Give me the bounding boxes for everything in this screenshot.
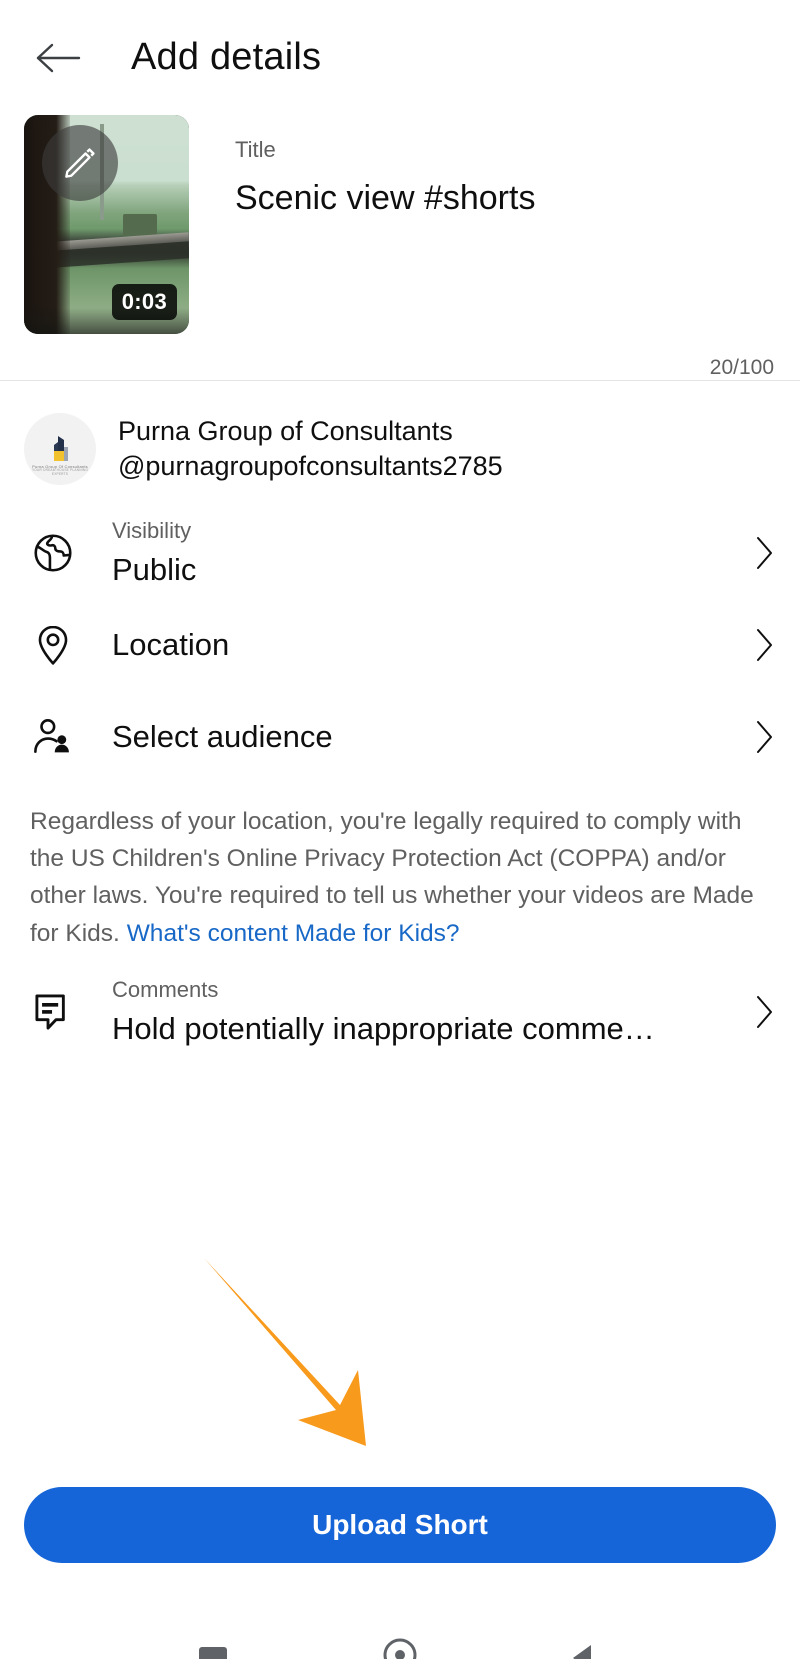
visibility-icon-wrap (24, 530, 82, 576)
coppa-disclaimer: Regardless of your location, you're lega… (0, 783, 800, 958)
chevron-right-icon (757, 721, 772, 753)
square-recents-icon (199, 1647, 228, 1659)
location-pin-icon (38, 625, 68, 665)
visibility-value: Public (112, 552, 197, 587)
option-row-visibility[interactable]: Visibility Public (0, 507, 800, 599)
arrow-down-right-icon (204, 1258, 366, 1446)
title-label: Title (235, 137, 276, 162)
channel-row[interactable]: Purna Group Of Consultants YOUR DREAM HO… (0, 381, 800, 507)
audience-icon-wrap (24, 714, 82, 760)
chevron-right-icon (757, 537, 772, 569)
location-icon-wrap (24, 622, 82, 668)
video-duration: 0:03 (111, 284, 177, 320)
made-for-kids-link[interactable]: What's content Made for Kids? (127, 920, 460, 947)
comments-label: Comments (112, 976, 219, 1002)
location-chevron[interactable] (742, 627, 776, 663)
page-title: Add details (131, 36, 322, 78)
circle-home-icon (383, 1638, 417, 1659)
triangle-back-icon (572, 1645, 591, 1659)
option-row-comments[interactable]: Comments Hold potentially inappropriate … (0, 966, 800, 1058)
avatar-logo-icon (54, 436, 68, 461)
channel-text: Purna Group of Consultants @purnagroupof… (118, 414, 503, 484)
comment-bubble-icon (35, 994, 65, 1030)
annotation-arrow (190, 1250, 430, 1465)
upload-button-wrap: Upload Short (0, 1487, 800, 1563)
video-thumbnail[interactable]: 0:03 (24, 115, 189, 334)
upload-short-button[interactable]: Upload Short (24, 1487, 776, 1563)
android-navigation-bar (0, 1595, 800, 1659)
visibility-chevron[interactable] (742, 535, 776, 571)
back-button[interactable] (30, 30, 86, 86)
comments-chevron[interactable] (742, 994, 776, 1030)
channel-name: Purna Group of Consultants (118, 415, 453, 446)
video-details-section: 0:03 Title Scenic view #shorts 20/100 (0, 115, 800, 380)
location-text: Location (82, 627, 742, 663)
option-row-location[interactable]: Location (0, 599, 800, 691)
nav-back-button[interactable] (557, 1619, 617, 1659)
nav-home-button[interactable] (370, 1619, 430, 1659)
title-char-counter: 20/100 (709, 356, 774, 379)
channel-handle: @purnagroupofconsultants2785 (118, 451, 503, 481)
audience-chevron[interactable] (742, 719, 776, 755)
edit-thumbnail-button[interactable] (42, 125, 118, 201)
title-field[interactable]: Title Scenic view #shorts (189, 115, 776, 334)
comments-icon-wrap (24, 989, 82, 1035)
pencil-icon (65, 148, 95, 178)
location-value: Location (112, 627, 230, 662)
arrow-left-icon (36, 43, 81, 72)
nav-recents-button[interactable] (183, 1619, 243, 1659)
audience-people-icon (34, 719, 69, 753)
avatar-caption-secondary: YOUR DREAM HOUSE PLANNING EXPERTS (31, 468, 88, 476)
avatar: Purna Group Of Consultants YOUR DREAM HO… (24, 413, 96, 485)
audience-text: Select audience (82, 719, 742, 755)
app-header: Add details (0, 0, 800, 115)
option-row-select-audience[interactable]: Select audience (0, 691, 800, 783)
globe-icon (34, 534, 72, 572)
thumbnail-box (123, 213, 157, 236)
visibility-text: Visibility Public (82, 518, 742, 588)
comments-text: Comments Hold potentially inappropriate … (82, 977, 742, 1047)
chevron-right-icon (757, 995, 772, 1028)
visibility-label: Visibility (112, 518, 192, 543)
comments-value: Hold potentially inappropriate comme… (112, 1010, 655, 1046)
title-value: Scenic view #shorts (235, 179, 536, 217)
audience-value: Select audience (112, 719, 333, 754)
add-details-screen: Add details 0:03 Title Scenic view #shor… (0, 0, 800, 1659)
chevron-right-icon (757, 629, 772, 661)
